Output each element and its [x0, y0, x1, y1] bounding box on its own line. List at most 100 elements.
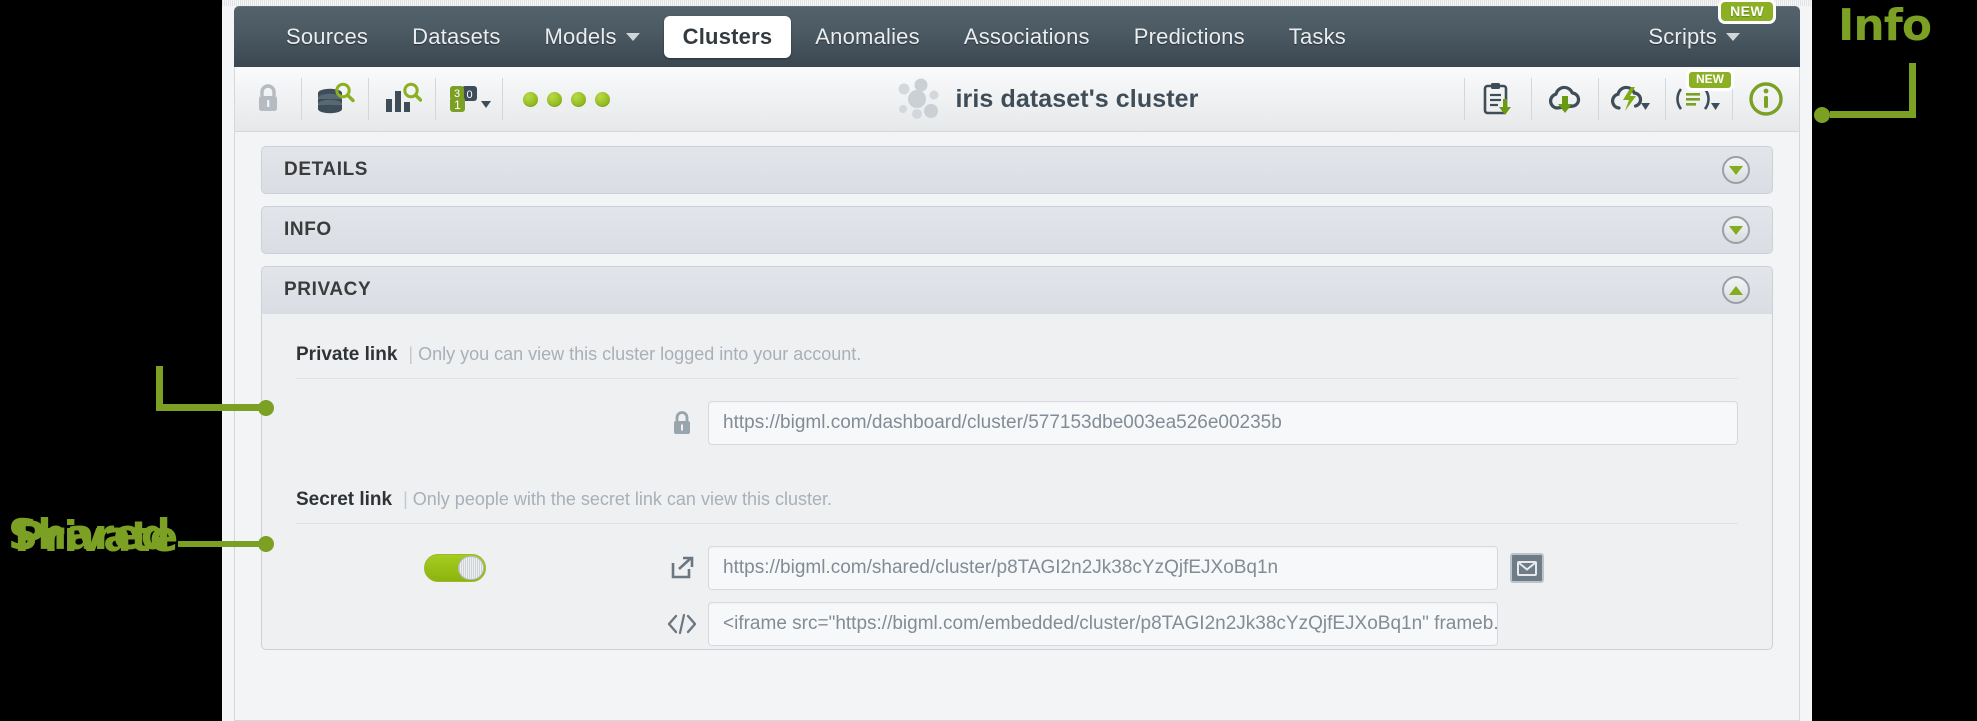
divider	[296, 378, 1738, 379]
envelope-glyph	[1517, 560, 1537, 576]
toolbar-right-group: NEW	[1464, 67, 1799, 131]
status-dots	[503, 91, 630, 107]
accordion-title: DETAILS	[284, 159, 369, 180]
top-navigation: Sources Datasets Models Clusters Anomali…	[234, 0, 1800, 67]
app-window: Sources Datasets Models Clusters Anomali…	[222, 0, 1812, 721]
chevron-down-icon[interactable]	[1722, 156, 1750, 184]
accordion-privacy[interactable]: PRIVACY	[261, 266, 1773, 314]
divider	[296, 523, 1738, 524]
nav-label: Associations	[963, 23, 1090, 49]
accordion-info[interactable]: INFO	[261, 206, 1773, 254]
shared-url-input[interactable]: https://bigml.com/shared/cluster/p8TAGI2…	[708, 546, 1498, 590]
secret-link-row: Secret link | Only people with the secret…	[296, 489, 1738, 646]
batch-prediction-glyph: 0 3 1	[450, 86, 491, 112]
lock-glyph	[259, 84, 277, 111]
toolbar-left-group: 0 3 1	[235, 67, 630, 131]
secret-link-label: Secret link	[296, 489, 393, 510]
nav-scripts-area: NEW Scripts	[1628, 0, 1782, 57]
annotation-info-line-h	[1830, 111, 1916, 118]
accordion-title: PRIVACY	[284, 279, 372, 300]
nav-label: Clusters	[682, 23, 773, 49]
nav-label: Tasks	[1288, 23, 1347, 49]
status-dot	[571, 91, 586, 107]
separator: |	[403, 489, 408, 509]
description-text: Only you can view this cluster logged in…	[418, 344, 862, 364]
resource-content: DETAILS INFO PRIVACY Private link | Only …	[234, 132, 1800, 721]
svg-text:1: 1	[454, 98, 461, 112]
info-icon[interactable]	[1733, 67, 1799, 131]
private-url-row: https://bigml.com/dashboard/cluster/5771…	[296, 401, 1738, 445]
private-link-description: | Only you can view this cluster logged i…	[408, 344, 861, 365]
cluster-icon	[898, 78, 938, 119]
nav-item-anomalies[interactable]: Anomalies	[795, 17, 940, 57]
info-circle-glyph	[1749, 82, 1783, 116]
resource-toolbar: 0 3 1 iris dataset's cluster NEW	[234, 67, 1800, 132]
nav-item-tasks[interactable]: Tasks	[1269, 17, 1366, 57]
privacy-panel: Private link | Only you can view this clu…	[261, 314, 1773, 650]
private-link-row: Private link | Only you can view this clu…	[296, 344, 1738, 445]
nav-label: Datasets	[412, 23, 501, 49]
annotation-private-line-h	[156, 404, 266, 411]
lock-glyph	[674, 411, 690, 434]
batch-centroid-icon[interactable]: 0 3 1	[436, 67, 502, 131]
embed-code-row: <iframe src="https://bigml.com/embedded/…	[296, 602, 1738, 646]
model-search-icon[interactable]	[369, 67, 435, 131]
cloud-flash-glyph	[1610, 85, 1650, 111]
secret-link-toggle[interactable]	[424, 554, 486, 582]
script-icon[interactable]: NEW	[1666, 67, 1734, 131]
toggle-knob	[458, 556, 484, 580]
cloud-download-icon[interactable]	[1532, 67, 1598, 131]
screenshot-root: Sources Datasets Models Clusters Anomali…	[0, 0, 1977, 721]
bar-magnifier-glyph	[386, 82, 422, 112]
clipboard-download-glyph	[1483, 83, 1511, 115]
nav-label: Models	[544, 23, 617, 49]
chevron-up-icon[interactable]	[1722, 276, 1750, 304]
nav-items: Sources Datasets Models Clusters Anomali…	[252, 15, 1628, 58]
private-link-label: Private link	[296, 344, 398, 365]
new-badge: NEW	[1718, 0, 1776, 25]
database-magnifier-glyph	[318, 82, 355, 114]
share-external-glyph	[671, 556, 694, 579]
annotation-info-label: Info	[1838, 0, 1932, 51]
dataset-search-icon[interactable]	[302, 67, 368, 131]
private-url-input[interactable]: https://bigml.com/dashboard/cluster/5771…	[708, 401, 1738, 445]
nav-item-sources[interactable]: Sources	[266, 17, 388, 57]
nav-item-datasets[interactable]: Datasets	[392, 17, 520, 57]
nav-label: Predictions	[1133, 23, 1245, 49]
share-external-icon[interactable]	[656, 555, 708, 581]
toggle-area	[296, 554, 656, 582]
secret-link-description: | Only people with the secret link can vi…	[403, 489, 832, 510]
nav-item-associations[interactable]: Associations	[944, 17, 1110, 57]
svg-text:0: 0	[466, 89, 472, 101]
shared-url-row: https://bigml.com/shared/cluster/p8TAGI2…	[296, 546, 1738, 590]
separator: |	[408, 344, 414, 364]
annotation-shared-dot	[258, 536, 274, 552]
annotation-shared-line	[178, 541, 266, 547]
description-text: Only people with the secret link can vie…	[412, 489, 832, 509]
embed-code-input[interactable]: <iframe src="https://bigml.com/embedded/…	[708, 602, 1498, 646]
download-clipboard-icon[interactable]	[1465, 67, 1531, 131]
code-brackets-glyph	[667, 613, 697, 635]
nav-item-clusters[interactable]: Clusters	[663, 15, 792, 58]
envelope-icon[interactable]	[1510, 553, 1544, 583]
chevron-down-icon[interactable]	[1722, 216, 1750, 244]
secret-link-header: Secret link | Only people with the secret…	[296, 489, 1738, 511]
nav-item-models[interactable]: Models	[525, 17, 660, 57]
nav-label: Scripts	[1648, 23, 1717, 49]
page-title: iris dataset's cluster	[955, 84, 1199, 113]
code-brackets-icon[interactable]	[656, 613, 708, 635]
accordion-details[interactable]: DETAILS	[261, 146, 1773, 194]
annotation-info-line-v	[1909, 63, 1916, 118]
chevron-down-icon	[625, 32, 640, 41]
status-dot	[523, 91, 538, 107]
lock-icon	[656, 409, 708, 437]
status-dot	[547, 91, 562, 107]
lock-icon[interactable]	[235, 67, 301, 131]
status-dot	[595, 91, 610, 107]
annotation-shared-label: Shared	[8, 510, 171, 559]
cloud-download-glyph	[1548, 85, 1581, 113]
nav-label: Sources	[286, 23, 369, 49]
annotation-private-dot	[258, 400, 274, 416]
nav-item-predictions[interactable]: Predictions	[1114, 17, 1265, 57]
flash-cloud-icon[interactable]	[1599, 67, 1665, 131]
